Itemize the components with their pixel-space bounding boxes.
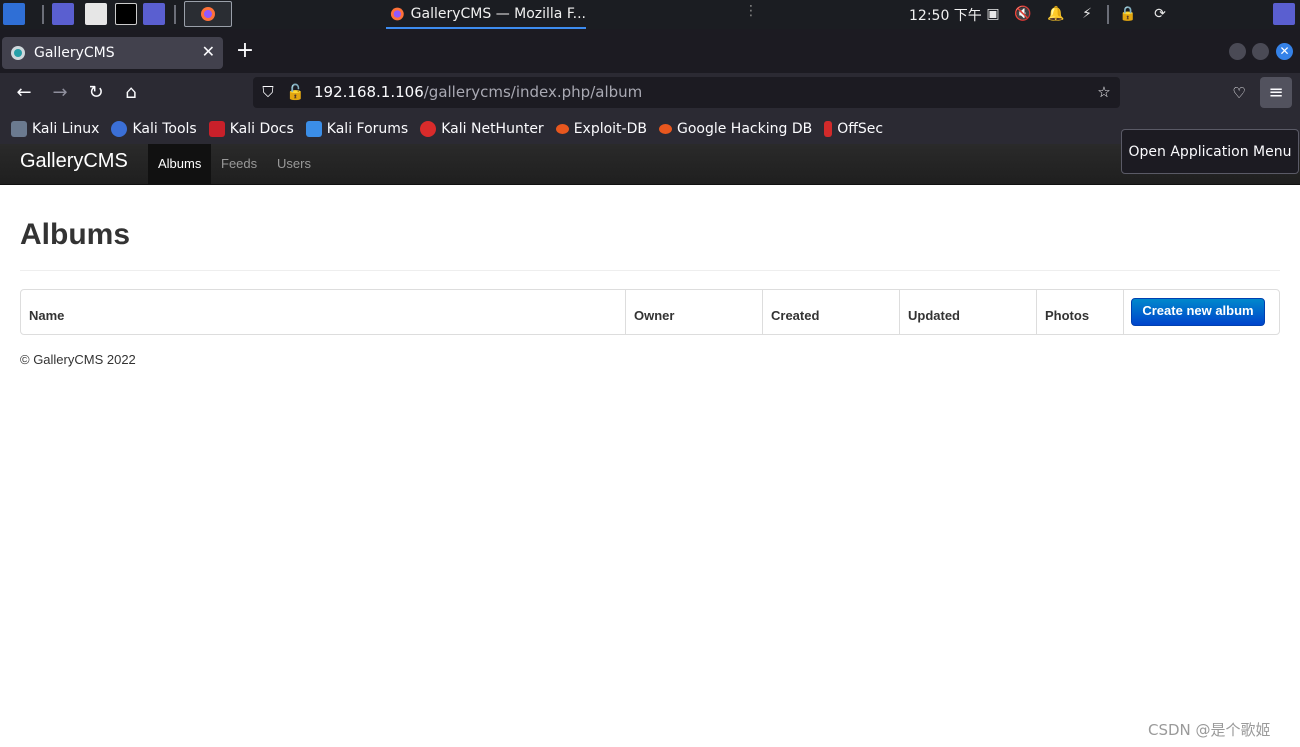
url-bar[interactable]: ⛉ 🔓 192.168.1.106/gallerycms/index.php/a… [253, 77, 1120, 108]
taskbar-dots-icon: ⋮ [744, 3, 758, 19]
nav-feeds[interactable]: Feeds [211, 144, 267, 185]
pocket-icon[interactable]: ♡ [1228, 82, 1250, 104]
column-header-name: Name [29, 308, 65, 323]
desktop-taskbar: GalleryCMS — Mozilla F... ⋮ 12:50 下午 ▣ 🔇… [0, 0, 1300, 29]
exploit-db-icon [555, 123, 569, 134]
nav-users[interactable]: Users [267, 144, 321, 185]
bookmark-kali-linux[interactable]: Kali Linux [11, 120, 99, 137]
application-menu-tooltip: Open Application Menu [1121, 129, 1299, 174]
lock-icon[interactable]: 🔒 [1119, 5, 1137, 23]
taskbar-separator [174, 5, 176, 24]
logout-icon[interactable]: ⟳ [1151, 5, 1169, 23]
terminal-icon[interactable] [115, 3, 137, 25]
home-icon[interactable]: ⌂ [120, 82, 142, 104]
site-brand[interactable]: GalleryCMS [20, 150, 128, 173]
reload-icon[interactable]: ↻ [85, 82, 107, 104]
file-manager-icon[interactable] [85, 3, 107, 25]
bookmark-google-hacking-db[interactable]: Google Hacking DB [658, 121, 812, 137]
tab-title: GalleryCMS [34, 45, 115, 61]
albums-table: Name Owner Created Updated Photos Create… [20, 289, 1280, 335]
taskbar-separator [1107, 5, 1109, 24]
power-icon[interactable]: ⚡ [1078, 5, 1096, 23]
volume-muted-icon[interactable]: 🔇 [1014, 5, 1032, 23]
tab-favicon-icon [11, 46, 25, 60]
create-new-album-button[interactable]: Create new album [1131, 298, 1265, 326]
maximize-window-icon[interactable] [1252, 43, 1269, 60]
nethunter-icon [420, 120, 437, 137]
taskbar-separator [42, 5, 44, 24]
kali-forums-icon [305, 120, 322, 137]
bookmark-kali-tools[interactable]: Kali Tools [111, 120, 197, 137]
url-text[interactable]: 192.168.1.106/gallerycms/index.php/album [314, 83, 642, 101]
url-path: /gallerycms/index.php/album [423, 83, 643, 101]
bookmarks-toolbar: Kali Linux Kali Tools Kali Docs Kali For… [0, 113, 1300, 144]
bookmark-kali-nethunter[interactable]: Kali NetHunter [420, 120, 544, 137]
kali-dragon-icon [11, 120, 27, 137]
column-header-owner: Owner [625, 290, 762, 334]
offsec-icon [824, 120, 833, 137]
page-title: Albums [20, 218, 131, 251]
column-header-created: Created [762, 290, 899, 334]
firefox-launcher-icon[interactable] [184, 1, 232, 27]
nav-albums[interactable]: Albums [148, 144, 212, 185]
display-icon[interactable]: ▣ [984, 5, 1002, 23]
kali-menu-icon[interactable] [3, 3, 25, 25]
taskbar-window-button[interactable]: GalleryCMS — Mozilla F... [386, 0, 586, 29]
notification-bell-icon[interactable]: 🔔 [1047, 5, 1065, 23]
clock[interactable]: 12:50 下午 [909, 5, 982, 25]
kali-tools-icon [111, 120, 128, 137]
workspace-icon[interactable] [52, 3, 74, 25]
column-header-updated: Updated [899, 290, 1036, 334]
bookmark-star-icon[interactable]: ☆ [1095, 83, 1113, 101]
site-navbar: GalleryCMS Albums Feeds Users [0, 144, 1300, 185]
bookmark-offsec[interactable]: OffSec [824, 120, 883, 137]
divider [20, 270, 1280, 271]
kali-docs-icon [208, 120, 225, 137]
tab-close-icon[interactable]: ✕ [202, 43, 215, 61]
tracking-shield-icon[interactable]: ⛉ [259, 83, 277, 101]
workspace-switcher-icon[interactable] [1273, 3, 1295, 25]
screen-recorder-icon[interactable] [143, 3, 165, 25]
url-host: 192.168.1.106 [314, 83, 424, 101]
insecure-lock-icon[interactable]: 🔓 [286, 83, 305, 101]
forward-icon[interactable]: → [49, 82, 71, 104]
bookmark-kali-forums[interactable]: Kali Forums [305, 120, 408, 137]
bookmark-exploit-db[interactable]: Exploit-DB [555, 121, 647, 137]
csdn-watermark: CSDN @是个歌姬 [1148, 721, 1271, 739]
browser-tab[interactable]: GalleryCMS ✕ [2, 37, 223, 69]
navigation-toolbar: ← → ↻ ⌂ ⛉ 🔓 192.168.1.106/gallerycms/ind… [0, 73, 1300, 113]
taskbar-window-title: GalleryCMS — Mozilla F... [410, 5, 586, 22]
bookmark-kali-docs[interactable]: Kali Docs [208, 120, 294, 137]
new-tab-icon[interactable]: + [234, 40, 256, 62]
close-window-icon[interactable]: ✕ [1276, 43, 1293, 60]
application-menu-icon[interactable]: ≡ [1260, 77, 1292, 108]
ghdb-icon [658, 123, 672, 134]
minimize-window-icon[interactable] [1229, 43, 1246, 60]
site-footer: © GalleryCMS 2022 [20, 352, 136, 367]
firefox-icon [390, 7, 404, 20]
back-icon[interactable]: ← [13, 82, 35, 104]
column-header-photos: Photos [1036, 290, 1123, 334]
